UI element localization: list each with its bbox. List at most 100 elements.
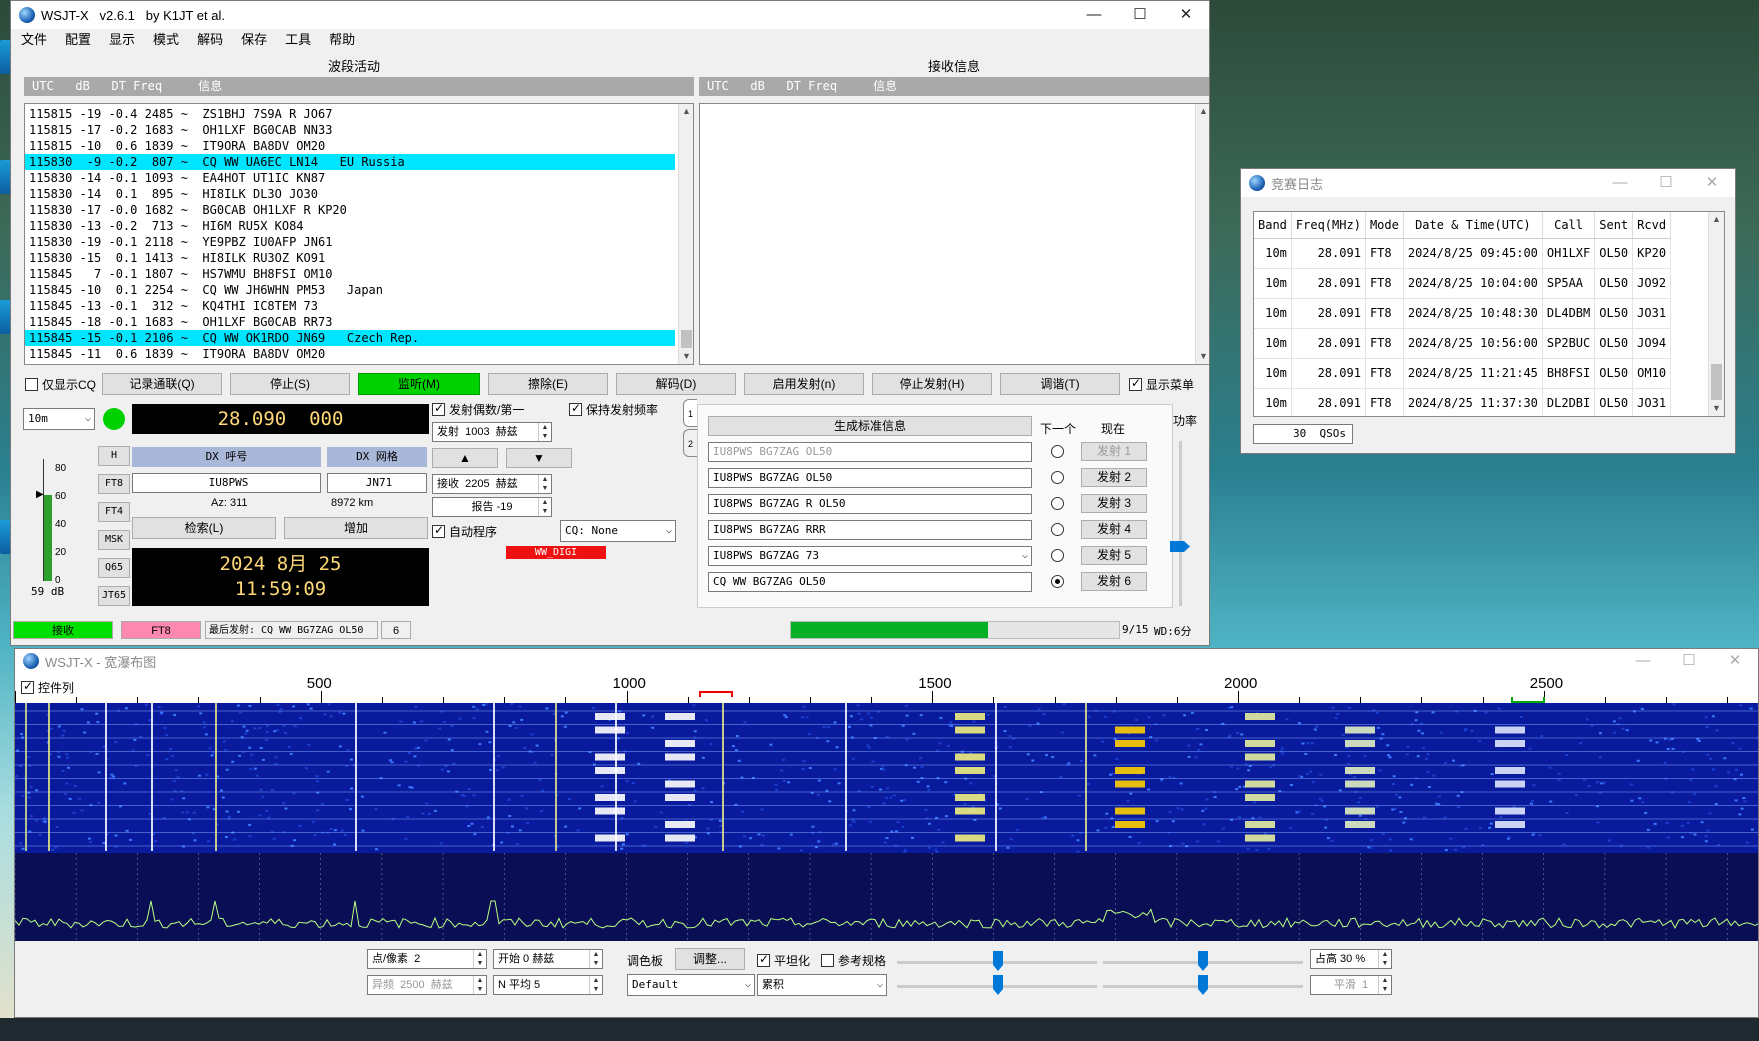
bins-per-pixel-spinbox[interactable]: 点/像素 2 ▲ ▼ (367, 949, 487, 969)
menu-item-2[interactable]: 显示 (109, 29, 135, 51)
hold-tx-freq-checkbox[interactable]: 保持发射频率 (569, 401, 658, 418)
band-activity-scrollbar[interactable]: ▲ ▼ (678, 104, 693, 364)
decode-row[interactable]: 115830 -15 0.1 1413 ~ HI8ILK RU3OZ KO91 (25, 250, 675, 266)
smooth-spinbox[interactable]: 平滑 1 ▲ ▼ (1310, 975, 1392, 995)
close-icon[interactable]: ✕ (1689, 169, 1735, 197)
minimize-icon[interactable]: — (1071, 1, 1117, 29)
menu-item-5[interactable]: 保存 (241, 29, 267, 51)
tab-1[interactable]: 1 (683, 399, 697, 427)
scroll-up-icon[interactable]: ▲ (1709, 212, 1724, 227)
tx1-next-radio[interactable] (1051, 445, 1064, 458)
zero-slider-knob[interactable] (1198, 951, 1208, 971)
log-row[interactable]: 10m 28.091 FT8 2024/8/25 10:48:30 DL4DBM OL50… (1254, 298, 1672, 329)
n-avg-spinbox[interactable]: N 平均 5 ▲ ▼ (493, 975, 603, 995)
tx-up-button[interactable]: ▲ (432, 448, 498, 468)
tx6-next-radio[interactable] (1051, 575, 1064, 588)
tx4-next-radio[interactable] (1051, 523, 1064, 536)
spin-arrows-icon[interactable]: ▲ ▼ (473, 976, 486, 994)
scroll-thumb[interactable] (1711, 364, 1722, 400)
mode-button-ft4[interactable]: FT4 (98, 502, 130, 522)
decode-row[interactable]: 115830 -14 0.1 895 ~ HI8ILK DL3O JO30 (25, 186, 675, 202)
scroll-up-icon[interactable]: ▲ (1196, 104, 1209, 119)
adjust-button[interactable]: 调整... (675, 948, 745, 970)
decode-row[interactable]: 115845 -10 0.1 2254 ~ CQ WW JH6WHN PM53 … (25, 282, 675, 298)
log-column-header[interactable]: Date & Time(UTC) (1403, 212, 1543, 239)
scroll-down-icon[interactable]: ▼ (679, 349, 693, 364)
log-column-header[interactable]: Sent (1594, 212, 1634, 239)
log-column-header[interactable]: Rcvd (1632, 212, 1672, 239)
tx-down-button[interactable]: ▼ (506, 448, 572, 468)
dx-grid-field[interactable]: JN71 (327, 473, 427, 493)
controls-checkbox[interactable]: 控件列 (21, 679, 74, 696)
log-column-header[interactable]: Freq(MHz) (1291, 212, 1366, 239)
tx6-now-button[interactable]: 发射 6 (1081, 572, 1147, 591)
mode-button-ft8[interactable]: FT8 (98, 474, 130, 494)
erase-button[interactable]: 擦除(E) (488, 373, 608, 395)
mode-button-jt65[interactable]: JT65 (98, 586, 130, 606)
waterfall-canvas[interactable] (15, 703, 1759, 941)
menu-item-6[interactable]: 工具 (285, 29, 311, 51)
maximize-icon[interactable]: ☐ (1643, 169, 1689, 197)
auto-seq-checkbox[interactable]: 自动程序 (432, 523, 497, 540)
minimize-icon[interactable]: — (1620, 649, 1666, 673)
tx-even-first-checkbox[interactable]: 发射偶数/第一 (432, 401, 524, 418)
tx5-now-button[interactable]: 发射 5 (1081, 546, 1147, 565)
minimize-icon[interactable]: — (1597, 169, 1643, 197)
scroll-thumb[interactable] (681, 330, 692, 348)
log-column-header[interactable]: Call (1542, 212, 1596, 239)
spin-arrows-icon[interactable]: ▲ ▼ (1378, 950, 1391, 968)
maximize-icon[interactable]: ☐ (1666, 649, 1712, 673)
add-button[interactable]: 增加 (284, 517, 428, 539)
monitor-button[interactable]: 监听(M) (358, 373, 480, 395)
tx3-message-field[interactable]: IU8PWS BG7ZAG R OL50 (708, 494, 1032, 514)
decode-row[interactable]: 115845 7 -0.1 1807 ~ HS7WMU BH8FSI OM10 (25, 266, 675, 282)
cq-only-checkbox[interactable]: 仅显示CQ (25, 376, 96, 393)
split-spinbox[interactable]: 异频 2500 赫兹 ▲ ▼ (367, 975, 487, 995)
cq-select[interactable]: CQ: None ⌵ (560, 520, 676, 542)
log-column-header[interactable]: Band (1254, 212, 1292, 239)
spin-arrows-icon[interactable]: ▲ ▼ (538, 475, 551, 493)
spin-arrows-icon[interactable]: ▲ ▼ (473, 950, 486, 968)
menu-item-3[interactable]: 模式 (153, 29, 179, 51)
maximize-icon[interactable]: ☐ (1117, 1, 1163, 29)
log-row[interactable]: 10m 28.091 FT8 2024/8/25 11:21:45 BH8FSI OL50… (1254, 358, 1672, 389)
decode-row[interactable]: 115845 -15 -0.1 2106 ~ CQ WW OK1RDO JN69… (25, 330, 675, 346)
decode-row[interactable]: 115830 -9 -0.2 807 ~ CQ WW UA6EC LN14 EU… (25, 154, 675, 170)
tx2-message-field[interactable]: IU8PWS BG7ZAG OL50 (708, 468, 1032, 488)
power-slider-track[interactable] (1179, 441, 1182, 606)
scroll-down-icon[interactable]: ▼ (1709, 401, 1724, 416)
spec-zero-slider-knob[interactable] (1198, 975, 1208, 995)
gen-std-msgs-button[interactable]: 生成标准信息 (708, 416, 1032, 436)
tune-button[interactable]: 调谐(T) (1000, 373, 1120, 395)
tx2-now-button[interactable]: 发射 2 (1081, 468, 1147, 487)
tx3-next-radio[interactable] (1051, 497, 1064, 510)
close-icon[interactable]: ✕ (1712, 649, 1758, 673)
power-slider-knob[interactable] (1170, 541, 1190, 552)
spin-arrows-icon[interactable]: ▲ ▼ (538, 423, 551, 441)
log-row[interactable]: 10m 28.091 FT8 2024/8/25 10:56:00 SP2BUC OL50… (1254, 328, 1672, 359)
tab-2[interactable]: 2 (683, 429, 697, 457)
scroll-up-icon[interactable]: ▲ (679, 104, 693, 119)
tx1-now-button[interactable]: 发射 1 (1081, 442, 1147, 461)
decode-row[interactable]: 115845 -13 -0.1 312 ~ KQ4THI IC8TEM 73 (25, 298, 675, 314)
tx-freq-spinbox[interactable]: 发射 1003 赫兹 ▲ ▼ (432, 422, 552, 442)
mode-button-msk[interactable]: MSK (98, 530, 130, 550)
log-row[interactable]: 10m 28.091 FT8 2024/8/25 10:04:00 SP5AA OL50 J… (1254, 268, 1672, 299)
show-menu-checkbox[interactable]: 显示菜单 (1129, 376, 1194, 393)
mode-button-h[interactable]: H (98, 446, 130, 466)
decode-row[interactable]: 115845 -18 -0.1 1683 ~ OH1LXF BG0CAB RR7… (25, 314, 675, 330)
gain-slider-knob[interactable] (993, 951, 1003, 971)
ref-spec-checkbox[interactable]: 参考规格 (821, 952, 886, 969)
flatten-checkbox[interactable]: 平坦化 (757, 952, 810, 969)
spec-height-spinbox[interactable]: 占高 30 % ▲ ▼ (1310, 949, 1392, 969)
rx-freq-scrollbar[interactable]: ▲ ▼ (1195, 104, 1209, 364)
waterfall-display[interactable] (15, 703, 1759, 941)
decode-row[interactable]: 115830 -13 -0.2 713 ~ HI6M RU5X KO84 (25, 218, 675, 234)
spin-arrows-icon[interactable]: ▲ ▼ (589, 950, 602, 968)
close-icon[interactable]: ✕ (1163, 1, 1209, 29)
contest-log-scrollbar[interactable]: ▲ ▼ (1708, 212, 1724, 416)
palette-select[interactable]: Default ⌵ (627, 974, 755, 996)
decode-row[interactable]: 115815 -10 0.6 1839 ~ IT9ORA BA8DV OM20 (25, 138, 675, 154)
rx-freq-list[interactable]: ▲ ▼ (699, 103, 1209, 365)
decode-row[interactable]: 115830 -19 -0.1 2118 ~ YE9PBZ IU0AFP JN6… (25, 234, 675, 250)
